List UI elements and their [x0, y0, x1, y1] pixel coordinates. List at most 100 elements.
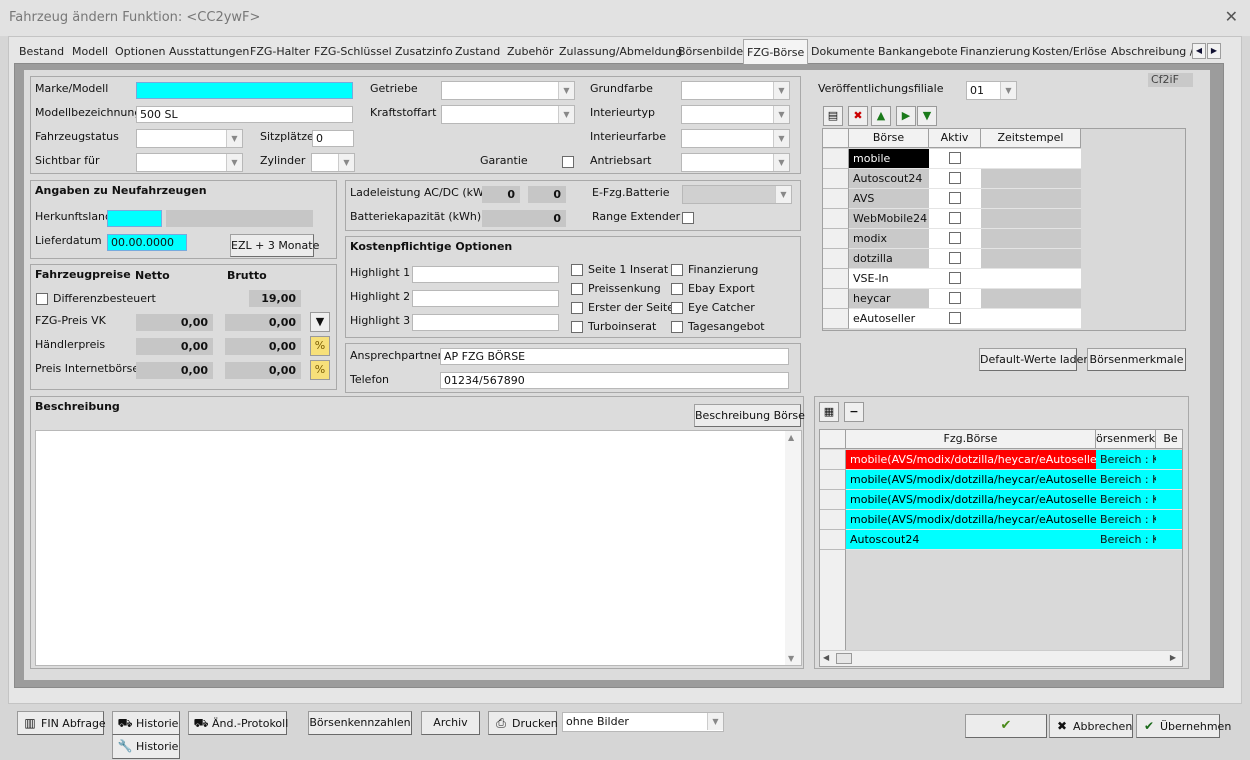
- opt-tagesangebot-checkbox[interactable]: [671, 321, 683, 333]
- merkmal-col-header[interactable]: örsenmerkm: [1096, 430, 1166, 449]
- aktiv-checkbox[interactable]: [949, 192, 961, 204]
- sichtbar-select[interactable]: ▼: [136, 153, 243, 172]
- be-col-header[interactable]: Be: [1156, 430, 1182, 449]
- tab-fzg-boerse[interactable]: FZG-Börse: [743, 39, 809, 64]
- arrow-right-icon[interactable]: ▶: [896, 106, 916, 126]
- table-row[interactable]: VSE-In: [823, 269, 1081, 289]
- aktiv-checkbox[interactable]: [949, 272, 961, 284]
- scroll-up-icon[interactable]: ▲: [788, 433, 794, 442]
- zeitstempel-cell[interactable]: [981, 209, 1081, 229]
- row-header[interactable]: [823, 149, 849, 169]
- ansprech-input[interactable]: AP FZG BÖRSE: [440, 348, 789, 365]
- beschreibung-textarea[interactable]: ▲ ▼: [35, 430, 802, 666]
- ok-button[interactable]: ✔: [965, 714, 1047, 738]
- fin-abfrage-button[interactable]: ▥ FIN Abfrage: [17, 711, 106, 735]
- zeitstempel-cell[interactable]: [981, 169, 1081, 189]
- merkmal-cell[interactable]: Bereich : K: [1096, 530, 1156, 550]
- aktiv-checkbox[interactable]: [949, 292, 961, 304]
- tab-scroll-right-icon[interactable]: ▶: [1207, 43, 1221, 59]
- garantie-checkbox[interactable]: [562, 156, 574, 168]
- ac-field[interactable]: 0: [482, 186, 520, 203]
- tab-zustand[interactable]: Zustand: [452, 41, 503, 63]
- marke-field[interactable]: [136, 82, 353, 99]
- scroll-down-icon[interactable]: ▼: [788, 654, 794, 663]
- opt-erster-checkbox[interactable]: [571, 302, 583, 314]
- opt-finanzierung-checkbox[interactable]: [671, 264, 683, 276]
- default-werte-button[interactable]: Default-Werte laden: [979, 348, 1090, 371]
- tab-bestand[interactable]: Bestand: [16, 41, 67, 63]
- zeitstempel-cell[interactable]: [981, 249, 1081, 269]
- be-cell[interactable]: [1156, 530, 1182, 550]
- tab-modell[interactable]: Modell: [69, 41, 111, 63]
- fzg-boerse-cell[interactable]: mobile(AVS/modix/dotzilla/heycar/eAutose…: [846, 450, 1096, 470]
- aktiv-checkbox[interactable]: [949, 252, 961, 264]
- aktiv-checkbox[interactable]: [949, 152, 961, 164]
- boerse-name-cell[interactable]: dotzilla: [849, 249, 929, 269]
- percent-icon[interactable]: %: [310, 360, 330, 380]
- vk-brutto-field[interactable]: 0,00: [225, 314, 301, 331]
- table-row[interactable]: Autoscout24: [823, 169, 1081, 189]
- interieurfarbe-select[interactable]: ▼: [681, 129, 790, 148]
- ezl-button[interactable]: EZL + 3 Monate: [230, 234, 319, 257]
- getriebe-select[interactable]: ▼: [441, 81, 575, 100]
- row-header[interactable]: [823, 189, 849, 209]
- filiale-select[interactable]: 01 ▼: [966, 81, 1017, 100]
- delete-grid-icon[interactable]: ✖: [848, 106, 868, 126]
- aktiv-checkbox[interactable]: [949, 172, 961, 184]
- archiv-button[interactable]: Archiv: [421, 711, 480, 735]
- zeitstempel-cell[interactable]: [981, 309, 1081, 329]
- aktiv-checkbox[interactable]: [949, 232, 961, 244]
- row-header[interactable]: [823, 309, 849, 329]
- dc-field[interactable]: 0: [528, 186, 566, 203]
- tab-boersenbilder[interactable]: Börsenbilder: [675, 41, 751, 63]
- differenz-checkbox[interactable]: [36, 293, 48, 305]
- lieferdatum-input[interactable]: 00.00.0000: [107, 234, 187, 251]
- be-cell[interactable]: [1156, 490, 1182, 510]
- boerse-name-cell[interactable]: eAutoseller: [849, 309, 929, 329]
- modellbez-input[interactable]: 500 SL: [136, 106, 353, 123]
- row-header[interactable]: [823, 229, 849, 249]
- tab-scroll-left-icon[interactable]: ◀: [1192, 43, 1206, 59]
- percent-icon[interactable]: %: [310, 336, 330, 356]
- row-header[interactable]: [820, 470, 846, 490]
- telefon-input[interactable]: 01234/567890: [440, 372, 789, 389]
- row-header[interactable]: [823, 209, 849, 229]
- drucken-button[interactable]: ⎙ Drucken: [488, 711, 558, 735]
- zeitstempel-cell[interactable]: [981, 149, 1081, 169]
- boerse-col-header[interactable]: Börse: [849, 129, 929, 148]
- zeitstempel-cell[interactable]: [981, 269, 1081, 289]
- aktiv-checkbox[interactable]: [949, 212, 961, 224]
- opt-eyecatcher-checkbox[interactable]: [671, 302, 683, 314]
- haendler-netto-field[interactable]: 0,00: [136, 338, 213, 355]
- fzg-boerse-cell[interactable]: mobile(AVS/modix/dotzilla/heycar/eAutose…: [846, 490, 1096, 510]
- tab-finanzierung[interactable]: Finanzierung: [957, 41, 1033, 63]
- row-header[interactable]: [820, 510, 846, 530]
- save-grid-icon[interactable]: ▤: [823, 106, 843, 126]
- status-select[interactable]: ▼: [136, 129, 243, 148]
- historie-button[interactable]: ⛟ Historie: [112, 711, 180, 735]
- opt-turbo-checkbox[interactable]: [571, 321, 583, 333]
- tab-zusatzinfo[interactable]: Zusatzinfo: [392, 41, 456, 63]
- opt-preissenkung-checkbox[interactable]: [571, 283, 583, 295]
- tab-abschreibung[interactable]: Abschreibung / V: [1108, 41, 1204, 63]
- row-header[interactable]: [820, 490, 846, 510]
- zeitstempel-col-header[interactable]: Zeitstempel: [981, 129, 1081, 148]
- boersenkennzahlen-button[interactable]: Börsenkennzahlen: [308, 711, 412, 735]
- table-row[interactable]: heycar: [823, 289, 1081, 309]
- uebernehmen-button[interactable]: ✔ Übernehmen: [1136, 714, 1231, 738]
- haendler-brutto-field[interactable]: 0,00: [225, 338, 301, 355]
- boerse-name-cell[interactable]: modix: [849, 229, 929, 249]
- table-row[interactable]: mobile(AVS/modix/dotzilla/heycar/eAutose…: [820, 450, 1182, 470]
- fzg-boerse-cell[interactable]: mobile(AVS/modix/dotzilla/heycar/eAutose…: [846, 470, 1096, 490]
- tab-optionen[interactable]: Optionen: [112, 41, 168, 63]
- tab-ausstattungen[interactable]: Ausstattungen: [166, 41, 252, 63]
- tab-zulassung[interactable]: Zulassung/Abmeldung: [556, 41, 685, 63]
- row-header[interactable]: [823, 249, 849, 269]
- druck-option-select[interactable]: ohne Bilder ▼: [562, 712, 724, 732]
- be-cell[interactable]: [1156, 450, 1182, 470]
- zylinder-select[interactable]: ▼: [311, 153, 355, 172]
- kraftstoff-select[interactable]: ▼: [441, 105, 575, 124]
- interieurtyp-select[interactable]: ▼: [681, 105, 790, 124]
- be-cell[interactable]: [1156, 510, 1182, 530]
- fzg-boerse-cell[interactable]: mobile(AVS/modix/dotzilla/heycar/eAutose…: [846, 510, 1096, 530]
